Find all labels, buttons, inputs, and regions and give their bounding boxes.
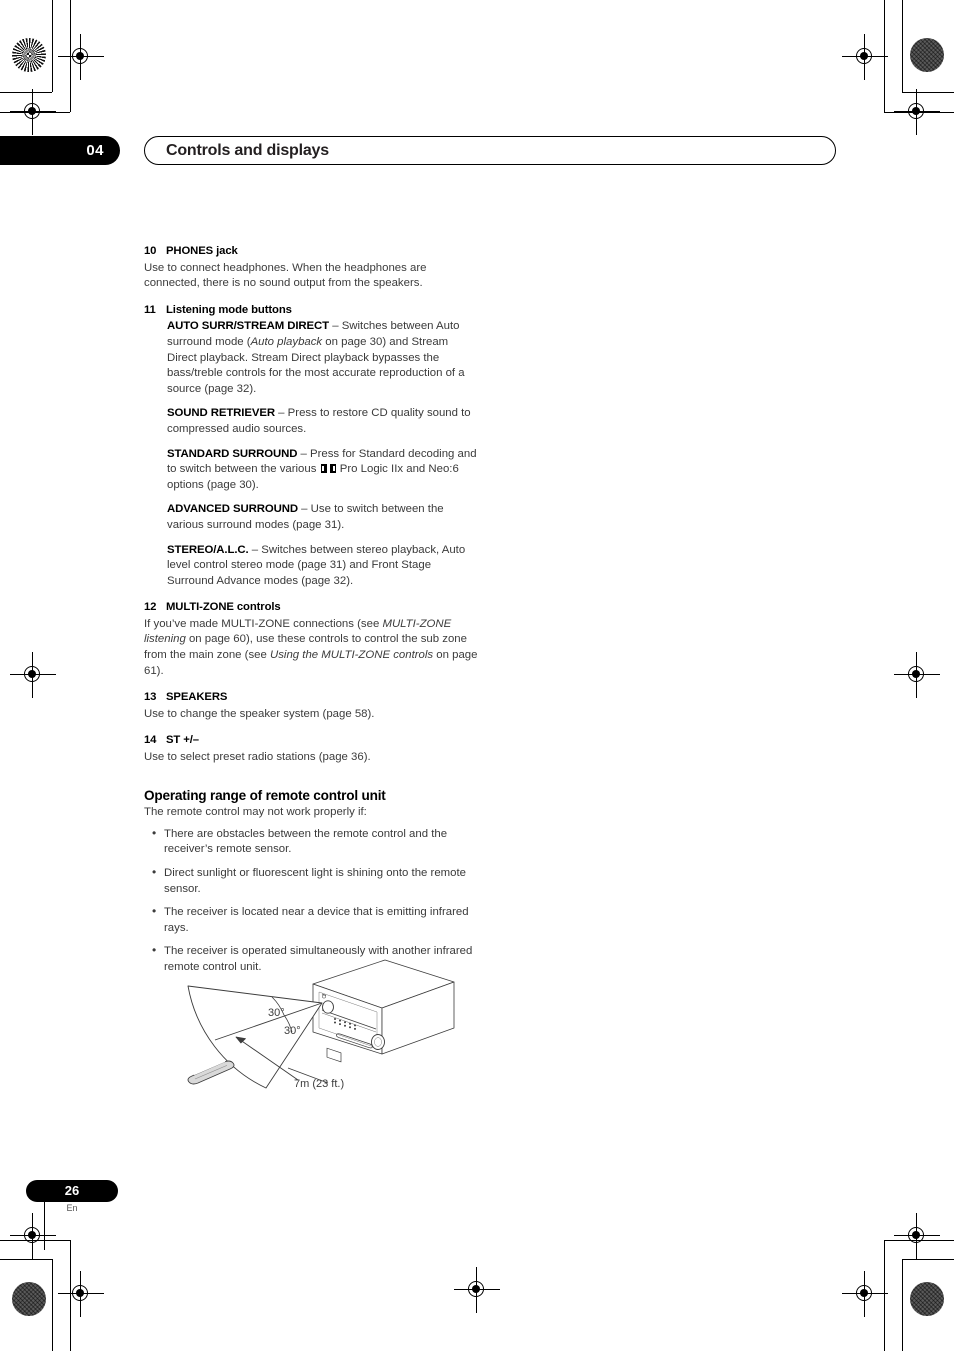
chapter-number-tab: 04 xyxy=(0,136,120,165)
rosette-mark-bottom-right xyxy=(910,1282,944,1316)
mode-label: STEREO/A.L.C. xyxy=(167,543,249,556)
item-multizone-body: If you’ve made MULTI-ZONE connections (s… xyxy=(144,617,478,679)
operating-range-bullet-list: There are obstacles between the remote c… xyxy=(144,826,478,976)
item-label: MULTI-ZONE controls xyxy=(166,601,281,614)
chapter-number: 04 xyxy=(86,142,104,159)
section-heading-operating-range: Operating range of remote control unit xyxy=(144,787,386,803)
item-number: 13 xyxy=(144,691,157,704)
mode-label: AUTO SURR/STREAM DIRECT xyxy=(167,320,330,333)
item-speakers: 13 SPEAKERS Use to change the speaker sys… xyxy=(144,690,478,722)
item-st-plus-minus: 14 ST +/– Use to select preset radio stat… xyxy=(144,733,478,765)
page-language-code: En xyxy=(66,1203,78,1213)
registration-mark-top-left-lower xyxy=(10,89,56,135)
listening-mode-standard-surround: STANDARD SURROUND – Press for Standard d… xyxy=(167,447,478,494)
mode-dash: – xyxy=(275,407,288,420)
dolby-double-d-icon xyxy=(320,464,336,474)
listening-mode-sound-retriever: SOUND RETRIEVER – Press to restore CD qu… xyxy=(167,406,478,437)
trim-mark-bottom-right-h xyxy=(902,1259,954,1260)
registration-mark-bottom-left-lower xyxy=(58,1271,104,1317)
distance-label: 7m (23 ft.) xyxy=(294,1078,344,1090)
item-phones-jack-body: Use to connect headphones. When the head… xyxy=(144,261,427,290)
registration-mark-top-right-lower xyxy=(894,89,940,135)
angle-label-lower: 30° xyxy=(284,1025,301,1037)
trim-mark-top-right-v xyxy=(902,0,903,92)
mode-dash: – xyxy=(248,543,262,556)
mode-dash: – xyxy=(297,503,311,516)
list-item: The receiver is located near a device th… xyxy=(144,904,478,936)
item-listening-mode-buttons: 11 Listening mode buttons AUTO SURR/STREA… xyxy=(144,303,478,590)
mode-label: STANDARD SURROUND xyxy=(167,447,298,460)
listening-mode-advanced-surround: ADVANCED SURROUND – Use to switch betwee… xyxy=(167,502,478,533)
item-label: Listening mode buttons xyxy=(166,303,292,316)
multizone-text-1: If you’ve made MULTI-ZONE connections (s… xyxy=(144,617,383,630)
item-speakers-heading: 13 SPEAKERS xyxy=(144,690,478,706)
remote-operating-range-diagram: 30° 30° 7m (23 ft.) xyxy=(180,958,460,1103)
list-item: Direct sunlight or fluorescent light is … xyxy=(144,865,478,897)
registration-mark-bottom-center xyxy=(454,1267,500,1313)
rosette-mark-top-right xyxy=(910,38,944,72)
item-number: 14 xyxy=(144,734,157,747)
item-st-heading: 14 ST +/– xyxy=(144,733,478,749)
listening-mode-stereo-alc: STEREO/A.L.C. – Switches between stereo … xyxy=(167,543,478,590)
mode-label: SOUND RETRIEVER xyxy=(167,407,275,420)
page-number-tab: 26 xyxy=(26,1180,118,1202)
item-number: 11 xyxy=(144,303,156,316)
registration-mark-mid-right xyxy=(894,652,940,698)
manual-page: 04 Controls and displays 10 PHONES jack U… xyxy=(0,0,954,1351)
operating-range-intro: The remote control may not work properly… xyxy=(144,806,367,819)
registration-mark-bottom-right xyxy=(894,1213,940,1259)
item-label: PHONES jack xyxy=(166,245,238,257)
mode-label: ADVANCED SURROUND xyxy=(167,503,298,516)
item-number: 12 xyxy=(144,601,157,614)
item-multizone-heading: 12 MULTI-ZONE controls xyxy=(144,600,478,616)
registration-mark-bottom-left xyxy=(10,1213,56,1259)
trim-mark-bottom-left-h xyxy=(0,1259,52,1260)
footer-guide-line xyxy=(44,1202,45,1250)
rosette-mark-top-left xyxy=(12,38,46,72)
trim-mark-bottom-right-v xyxy=(902,1259,903,1351)
item-multizone-controls: 12 MULTI-ZONE controls If you’ve made MUL… xyxy=(144,600,478,679)
registration-mark-mid-left xyxy=(10,652,56,698)
item-speakers-body: Use to change the speaker system (page 5… xyxy=(144,707,375,720)
rosette-mark-bottom-left xyxy=(12,1282,46,1316)
listening-mode-list: AUTO SURR/STREAM DIRECT – Switches betwe… xyxy=(167,319,478,589)
mode-dash: – xyxy=(297,447,311,460)
registration-mark-top-left xyxy=(58,34,104,80)
diagram-svg: 30° 30° 7m (23 ft.) xyxy=(187,959,455,1090)
page-number: 26 xyxy=(64,1183,80,1198)
multizone-italic-2: Using the MULTI-ZONE controls xyxy=(270,649,434,662)
item-label: SPEAKERS xyxy=(166,691,228,704)
item-listening-mode-heading: 11 Listening mode buttons xyxy=(144,303,478,319)
item-st-body: Use to select preset radio stations (pag… xyxy=(144,751,371,764)
trim-mark-bottom-left-v xyxy=(52,1259,53,1351)
item-number: 10 xyxy=(144,245,157,257)
registration-mark-top-right xyxy=(842,34,888,80)
content-column: 10 PHONES jack Use to connect headphones.… xyxy=(144,244,478,984)
page-title: Controls and displays xyxy=(166,142,329,159)
mode-italic-ref: Auto playback xyxy=(250,335,323,348)
angle-label-upper: 30° xyxy=(268,1007,285,1019)
item-phones-jack: 10 PHONES jack Use to connect headphones.… xyxy=(144,244,478,292)
mode-dash: – xyxy=(329,320,342,333)
listening-mode-auto-surr: AUTO SURR/STREAM DIRECT – Switches betwe… xyxy=(167,319,478,397)
list-item: There are obstacles between the remote c… xyxy=(144,826,478,858)
item-phones-jack-heading: 10 PHONES jack xyxy=(144,244,478,260)
registration-mark-bottom-right-lower xyxy=(842,1271,888,1317)
trim-mark-top-left-v xyxy=(52,0,53,92)
item-label: ST +/– xyxy=(166,734,199,747)
